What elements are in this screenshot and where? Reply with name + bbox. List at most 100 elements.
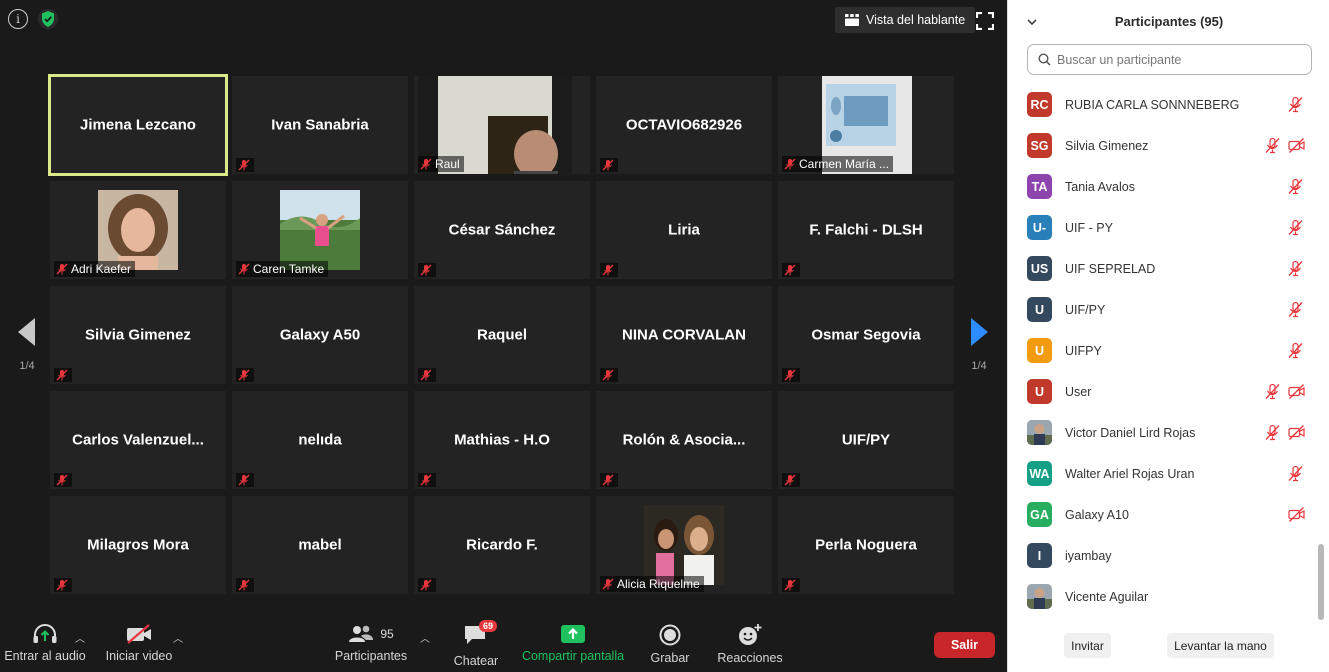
video-tile[interactable]: Carmen María ... [778, 76, 954, 174]
muted-mic-icon[interactable] [1264, 137, 1281, 154]
leave-button[interactable]: Salir [934, 632, 995, 658]
video-tile[interactable]: Galaxy A50 [232, 286, 408, 384]
audio-options-caret[interactable]: ︿ [75, 630, 85, 645]
muted-mic-icon[interactable] [1287, 301, 1304, 318]
tile-label [600, 263, 618, 277]
video-tile[interactable]: Liria [596, 181, 772, 279]
avatar: TA [1027, 174, 1052, 199]
participant-name: Tania Avalos [1065, 179, 1135, 194]
tile-label [418, 473, 436, 487]
muted-mic-icon[interactable] [1287, 178, 1304, 195]
participant-row[interactable]: GA Galaxy A10 [1008, 494, 1318, 535]
search-icon [1038, 53, 1051, 66]
video-tile[interactable]: Caren Tamke [232, 181, 408, 279]
video-tile[interactable]: Ivan Sanabria [232, 76, 408, 174]
video-tile[interactable]: nelıda [232, 391, 408, 489]
join-audio-button[interactable]: Entrar al audio [4, 612, 86, 672]
start-video-button[interactable]: Iniciar video [104, 612, 174, 672]
tile-label: Carmen María ... [782, 156, 894, 172]
participant-row[interactable]: SG Silvia Gimenez [1008, 125, 1318, 166]
meeting-toolbar: Entrar al audio ︿ Iniciar video ︿ 95 Par… [0, 612, 1007, 672]
muted-mic-icon[interactable] [1264, 383, 1281, 400]
video-tile[interactable]: Silvia Gimenez [50, 286, 226, 384]
tile-participant-name: Galaxy A50 [279, 326, 361, 344]
video-tile[interactable]: Ricardo F. [414, 496, 590, 594]
muted-mic-icon [56, 263, 68, 275]
camera-off-icon[interactable] [1288, 506, 1305, 523]
camera-off-icon[interactable] [1288, 383, 1305, 400]
participant-list-scrollbar[interactable] [1318, 84, 1324, 620]
video-tile[interactable]: César Sánchez [414, 181, 590, 279]
video-tile[interactable]: Osmar Segovia [778, 286, 954, 384]
muted-mic-icon[interactable] [1287, 465, 1304, 482]
video-tile[interactable]: Perla Noguera [778, 496, 954, 594]
info-icon[interactable]: i [8, 9, 28, 29]
video-tile[interactable]: OCTAVIO682926 [596, 76, 772, 174]
muted-mic-icon[interactable] [1264, 424, 1281, 441]
tile-participant-name: F. Falchi - DLSH [809, 221, 923, 239]
raise-hand-button[interactable]: Levantar la mano [1167, 633, 1274, 658]
video-tile[interactable]: Jimena Lezcano [48, 74, 228, 176]
participant-row[interactable]: U- UIF - PY [1008, 207, 1318, 248]
arrow-right-icon [971, 318, 988, 346]
tile-label [782, 263, 800, 277]
video-tile[interactable]: Raquel [414, 286, 590, 384]
video-tile[interactable]: Carlos Valenzuel... [50, 391, 226, 489]
video-tile[interactable]: Alicia Riquelme [596, 496, 772, 594]
video-tile[interactable]: NINA CORVALAN [596, 286, 772, 384]
fullscreen-icon[interactable] [976, 12, 994, 30]
participant-row[interactable]: U UIFPY [1008, 330, 1318, 371]
muted-mic-icon[interactable] [1287, 260, 1304, 277]
record-button[interactable]: Grabar [648, 612, 692, 672]
camera-off-icon[interactable] [1288, 424, 1305, 441]
tile-participant-name: Silvia Gimenez [85, 326, 191, 344]
participant-name: Vicente Aguilar [1065, 589, 1149, 604]
participants-button[interactable]: 95 Participantes [334, 612, 408, 672]
muted-mic-icon[interactable] [1287, 342, 1304, 359]
camera-off-icon[interactable] [1288, 137, 1305, 154]
tile-label-text: Caren Tamke [253, 262, 325, 276]
tile-label [600, 158, 618, 172]
video-tile[interactable]: F. Falchi - DLSH [778, 181, 954, 279]
participant-row[interactable]: WA Walter Ariel Rojas Uran [1008, 453, 1318, 494]
reactions-button[interactable]: Reacciones [717, 612, 783, 672]
chat-button[interactable]: 69 Chatear [448, 612, 504, 672]
muted-mic-icon [602, 369, 614, 381]
tile-label-text: Alicia Riquelme [617, 577, 700, 591]
search-input[interactable] [1057, 52, 1297, 67]
participant-row[interactable]: Vicente Aguilar [1008, 576, 1318, 617]
participants-options-caret[interactable]: ︿ [420, 630, 430, 645]
share-screen-button[interactable]: Compartir pantalla [522, 612, 624, 672]
video-tile[interactable]: Mathias - H.O [414, 391, 590, 489]
video-tile[interactable]: UIF/PY [778, 391, 954, 489]
participant-row[interactable]: Iiyambay [1008, 535, 1318, 576]
video-options-caret[interactable]: ︿ [173, 630, 183, 645]
tile-label [418, 578, 436, 592]
participant-row[interactable]: US UIF SEPRELAD [1008, 248, 1318, 289]
previous-page-button[interactable]: 1/4 [10, 318, 44, 378]
participant-row[interactable]: Victor Daniel Lird Rojas [1008, 412, 1318, 453]
video-tile[interactable]: Rolón & Asocia... [596, 391, 772, 489]
video-tile[interactable]: Raul [414, 76, 590, 174]
participant-row[interactable]: TA Tania Avalos [1008, 166, 1318, 207]
muted-mic-icon[interactable] [1287, 96, 1304, 113]
record-label: Grabar [650, 651, 690, 665]
invite-button[interactable]: Invitar [1064, 633, 1111, 658]
video-tile[interactable]: Adri Kaefer [50, 181, 226, 279]
search-box[interactable] [1027, 44, 1312, 75]
speaker-view-button[interactable]: Vista del hablante [835, 7, 976, 33]
participant-row[interactable]: U User [1008, 371, 1318, 412]
participants-icon [349, 625, 374, 642]
scrollbar-thumb[interactable] [1318, 544, 1324, 620]
tile-participant-name: Milagros Mora [87, 536, 189, 554]
tile-label [236, 158, 254, 172]
next-page-button[interactable]: 1/4 [962, 318, 996, 378]
video-tile[interactable]: mabel [232, 496, 408, 594]
avatar: I [1027, 543, 1052, 568]
muted-mic-icon[interactable] [1287, 219, 1304, 236]
participant-row[interactable]: RC RUBIA CARLA SONNNEBERG [1008, 84, 1318, 125]
video-tile[interactable]: Milagros Mora [50, 496, 226, 594]
shield-icon[interactable] [38, 9, 58, 29]
participant-row[interactable]: U UIF/PY [1008, 289, 1318, 330]
participants-count: 95 [380, 627, 394, 641]
